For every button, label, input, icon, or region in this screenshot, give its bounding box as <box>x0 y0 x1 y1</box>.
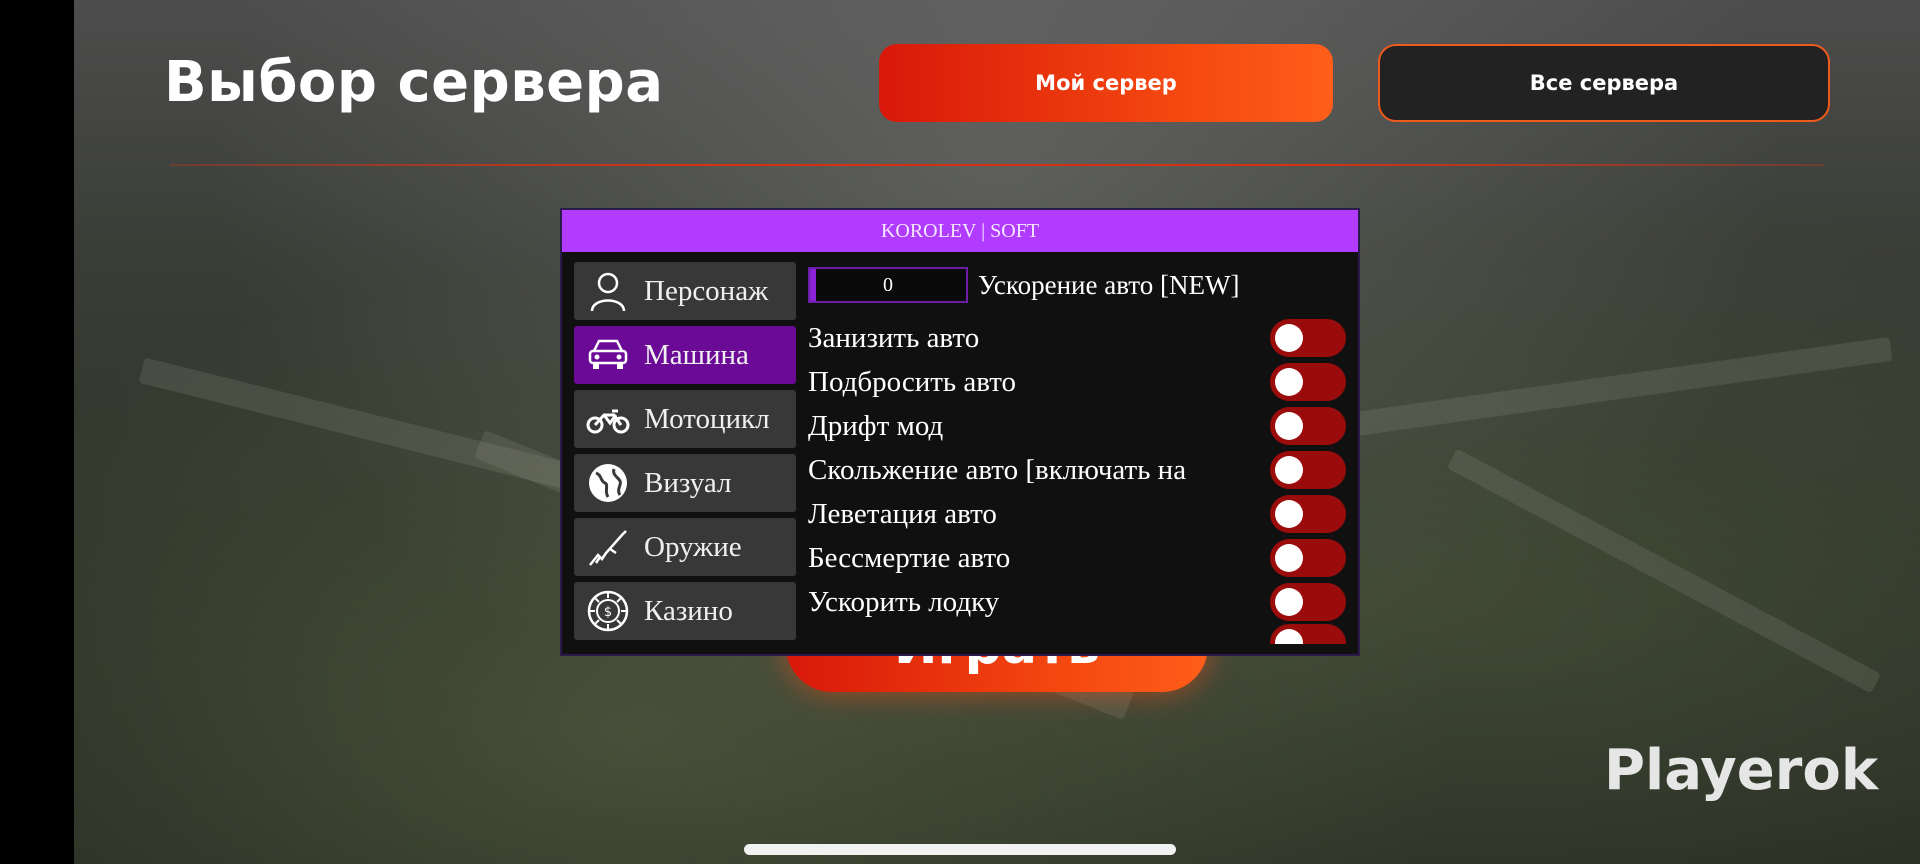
toggle-knob <box>1275 324 1303 352</box>
toggle-row: Бессмертие авто <box>808 536 1348 580</box>
toggle-label: Дрифт мод <box>808 409 944 442</box>
toggle-row: Ускорить лодку <box>808 580 1348 624</box>
nav-item-casino[interactable]: $ Казино <box>574 582 796 640</box>
toggle-row: Подбросить авто <box>808 360 1348 404</box>
cheat-menu-window: KOROLEV | SOFT Персонаж Машина Мотоцикл … <box>560 208 1360 656</box>
nav-item-label: Оружие <box>644 530 742 563</box>
toggle-switch[interactable] <box>1270 495 1346 533</box>
menu-sidebar: Персонаж Машина Мотоцикл Визуал Оружие $… <box>574 262 796 646</box>
background-road <box>1275 336 1893 448</box>
toggle-label: Леветация авто <box>808 497 997 530</box>
toggle-switch[interactable] <box>1270 363 1346 401</box>
toggle-row: Скольжение авто [включать на <box>808 448 1348 492</box>
casino-chip-icon: $ <box>587 590 629 632</box>
nav-item-visual[interactable]: Визуал <box>574 454 796 512</box>
home-indicator[interactable] <box>744 844 1176 855</box>
nav-item-weapons[interactable]: Оружие <box>574 518 796 576</box>
brand-watermark: Playerok <box>1604 738 1879 803</box>
toggle-label: Скольжение авто [включать на <box>808 453 1187 486</box>
page-title: Выбор сервера <box>164 50 664 115</box>
nav-item-label: Мотоцикл <box>644 402 770 435</box>
menu-title[interactable]: KOROLEV | SOFT <box>562 210 1358 252</box>
motorcycle-icon <box>586 409 630 434</box>
toggle-row-partial <box>808 624 1348 644</box>
nav-item-label: Казино <box>644 594 733 627</box>
globe-icon <box>589 464 627 502</box>
toggle-knob <box>1275 456 1303 484</box>
toggle-row: Занизить авто <box>808 316 1348 360</box>
toggle-knob <box>1275 629 1303 644</box>
my-server-button[interactable]: Мой сервер <box>879 44 1333 122</box>
toggle-switch[interactable] <box>1270 319 1346 357</box>
slider-value: 0 <box>883 273 893 296</box>
toggle-switch[interactable] <box>1270 583 1346 621</box>
toggle-label: Бессмертие авто <box>808 541 1011 574</box>
svg-text:$: $ <box>604 605 612 620</box>
nav-item-motorcycle[interactable]: Мотоцикл <box>574 390 796 448</box>
toggle-row: Леветация авто <box>808 492 1348 536</box>
toggle-switch[interactable] <box>1270 451 1346 489</box>
toggle-label: Ускорить лодку <box>808 585 1000 618</box>
nav-item-character[interactable]: Персонаж <box>574 262 796 320</box>
toggle-switch[interactable] <box>1270 624 1346 644</box>
nav-item-label: Персонаж <box>644 274 769 307</box>
rifle-icon <box>589 530 627 566</box>
toggle-switch[interactable] <box>1270 407 1346 445</box>
header-divider <box>170 164 1824 166</box>
slider-label: Ускорение авто [NEW] <box>978 269 1240 300</box>
background-road <box>1446 448 1882 694</box>
toggle-switch[interactable] <box>1270 539 1346 577</box>
toggle-label: Занизить авто <box>808 321 980 354</box>
toggle-knob <box>1275 368 1303 396</box>
car-icon <box>588 339 628 369</box>
toggle-knob <box>1275 500 1303 528</box>
toggle-knob <box>1275 412 1303 440</box>
speed-slider-row: 0 Ускорение авто [NEW] <box>808 262 1348 308</box>
toggle-label: Подбросить авто <box>808 365 1017 398</box>
toggle-row: Дрифт мод <box>808 404 1348 448</box>
toggle-knob <box>1275 544 1303 572</box>
nav-item-label: Визуал <box>644 466 732 499</box>
all-servers-button[interactable]: Все сервера <box>1378 44 1830 122</box>
slider-fill <box>810 269 816 301</box>
menu-content: 0 Ускорение авто [NEW] Занизить авто Под… <box>808 262 1348 644</box>
nav-item-car[interactable]: Машина <box>574 326 796 384</box>
nav-item-label: Машина <box>644 338 749 371</box>
speed-slider[interactable]: 0 <box>808 267 968 303</box>
toggle-knob <box>1275 588 1303 616</box>
person-icon <box>590 272 626 312</box>
